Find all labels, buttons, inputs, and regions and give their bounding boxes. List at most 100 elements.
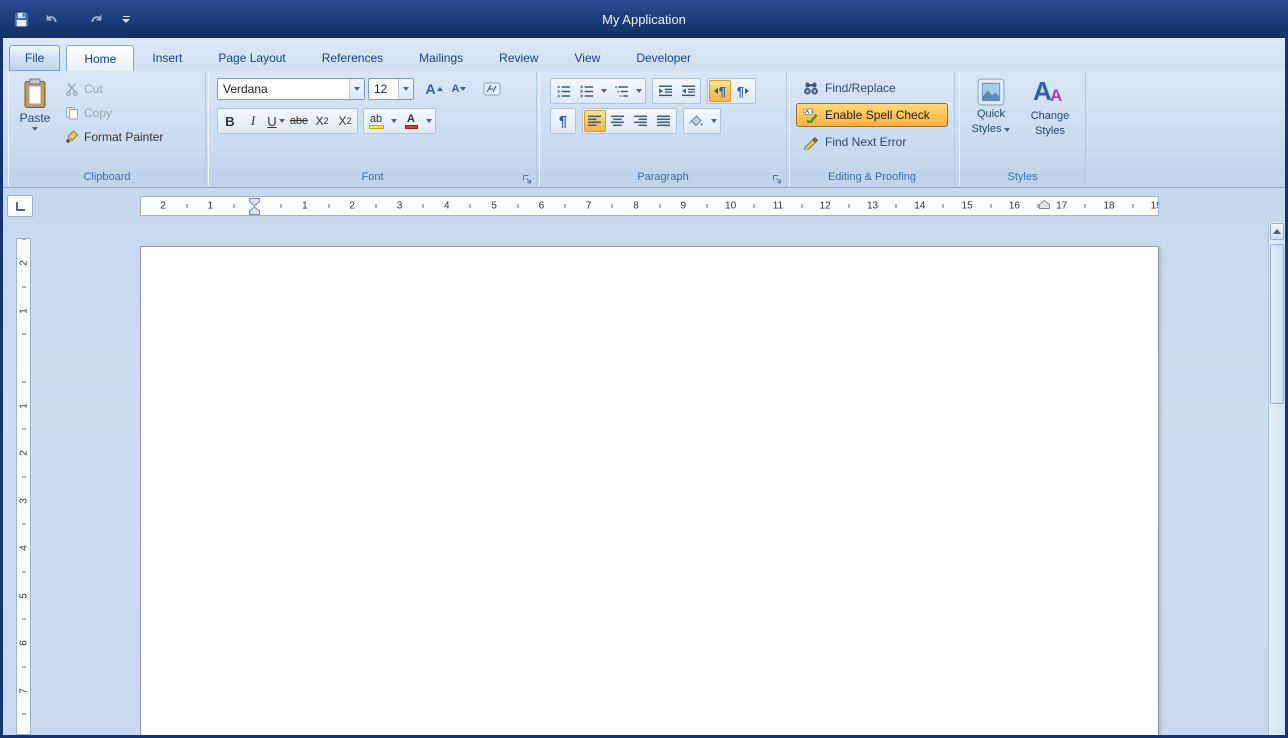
font-family-dropdown-icon[interactable] [349,79,364,99]
group-paragraph: ¶ ¶ ¶ Paragraph [539,72,787,186]
enable-spell-check-label: Enable Spell Check [825,108,930,122]
ribbon-tab-row: File Home Insert Page Layout References … [3,38,1285,71]
font-dialog-launcher[interactable] [522,172,534,184]
clear-formatting-icon [483,82,501,96]
justify-button[interactable] [653,110,675,132]
font-color-strip: ab A [363,108,436,134]
tab-selector-button[interactable] [7,195,33,217]
format-painter-label: Format Painter [84,129,164,144]
grow-font-icon [436,87,443,91]
tab-references[interactable]: References [304,45,401,71]
underline-button[interactable]: U [265,110,287,132]
group-styles: Quick Styles A A Change Styles Styles [959,72,1086,186]
shrink-font-button[interactable]: A [448,78,470,100]
font-color-label: A [407,112,415,125]
title-bar: My Application [0,0,1288,38]
align-right-button[interactable] [630,110,652,132]
paragraph-dialog-launcher[interactable] [772,172,784,184]
enable-spell-check-button[interactable]: Enable Spell Check [796,103,948,127]
right-to-left-button[interactable]: ¶ [732,80,754,102]
shading-button[interactable] [685,110,707,132]
decrease-indent-button[interactable] [654,80,676,102]
change-styles-label-2: Styles [1035,125,1065,137]
grow-font-button[interactable]: A [423,78,445,100]
shading-strip [683,108,721,134]
copy-icon [66,106,78,119]
find-replace-button[interactable]: Find/Replace [796,76,948,100]
subscript-button[interactable]: X2 [311,110,333,132]
quick-styles-icon [977,78,1005,106]
highlight-dropdown-icon[interactable] [388,110,399,132]
superscript-button[interactable]: X2 [334,110,356,132]
tab-view[interactable]: View [557,45,619,71]
paste-button[interactable]: Paste [11,74,59,168]
clear-formatting-button[interactable] [481,78,503,100]
indent-marker-left[interactable] [249,198,260,220]
left-to-right-button[interactable]: ¶ [709,80,731,102]
find-next-error-icon [803,136,819,150]
font-size-combo[interactable]: 12 [368,78,414,100]
align-left-button[interactable] [584,110,606,132]
shading-dropdown-icon[interactable] [708,110,719,132]
document-workspace: 2112345678910111213141516171819 21123456… [3,188,1285,735]
tab-mailings[interactable]: Mailings [401,45,481,71]
italic-button[interactable]: I [242,110,264,132]
list-strip [550,78,646,104]
horizontal-ruler: 2112345678910111213141516171819 [140,196,1159,216]
justify-icon [657,115,670,127]
app-window: My Application File Home Insert Page Lay… [0,0,1288,738]
strikethrough-button[interactable]: abe [288,110,310,132]
tab-developer[interactable]: Developer [618,45,709,71]
vertical-scrollbar[interactable] [1268,222,1285,735]
document-page[interactable] [140,246,1159,735]
find-next-error-button[interactable]: Find Next Error [796,130,948,154]
tab-review[interactable]: Review [481,45,556,71]
font-color-button[interactable]: A [400,110,422,132]
change-styles-button[interactable]: A A Change Styles [1020,74,1080,168]
quick-styles-button[interactable]: Quick Styles [962,74,1020,168]
show-marks-button[interactable]: ¶ [552,110,574,132]
cut-label: Cut [84,81,103,96]
multilevel-list-icon [614,85,628,97]
show-marks-pilcrow: ¶ [558,112,568,130]
rtl-pilcrow: ¶ [736,83,745,99]
cut-button[interactable]: Cut [59,78,169,99]
shrink-font-icon [460,87,467,91]
scrollbar-up-button[interactable] [1270,223,1284,240]
styles-group-label: Styles [960,169,1085,186]
group-font: Verdana 12 A A B I U abe X 2 X 2 ab A Fo… [208,72,537,186]
font-size-dropdown-icon[interactable] [398,79,413,99]
tab-insert[interactable]: Insert [134,45,200,71]
vertical-ruler: 211234567 [16,238,31,735]
increase-indent-button[interactable] [677,80,699,102]
group-clipboard: Paste Cut Copy Format Painter Clipboard [8,72,206,186]
tab-page-layout[interactable]: Page Layout [200,45,303,71]
shading-bucket-icon [689,115,703,127]
paragraph-group-label: Paragraph [540,169,786,186]
font-family-combo[interactable]: Verdana [217,78,365,100]
clipboard-icon [24,78,46,108]
numbering-button[interactable] [575,80,597,102]
scrollbar-thumb[interactable] [1270,244,1284,404]
numbering-dropdown-icon[interactable] [598,80,609,102]
rtl-arrow-icon [745,88,750,94]
bullets-button[interactable] [552,80,574,102]
highlight-button[interactable]: ab [365,110,387,132]
ribbon: Paste Cut Copy Format Painter Clipboard … [3,71,1285,188]
format-painter-button[interactable]: Format Painter [59,126,169,147]
bold-button[interactable]: B [219,110,241,132]
font-color-dropdown-icon[interactable] [423,110,434,132]
copy-button[interactable]: Copy [59,102,169,123]
multilevel-dropdown-icon[interactable] [633,80,644,102]
copy-label: Copy [84,105,113,120]
scissors-icon [65,82,78,96]
highlight-color-bar [368,124,384,129]
tab-file[interactable]: File [9,45,61,71]
tab-home[interactable]: Home [66,45,135,71]
change-styles-icon: A A [1033,76,1063,106]
indent-marker-right[interactable] [1039,196,1050,214]
align-right-icon [634,115,647,127]
multilevel-list-button[interactable] [610,80,632,102]
align-center-button[interactable] [607,110,629,132]
align-left-icon [588,115,601,127]
